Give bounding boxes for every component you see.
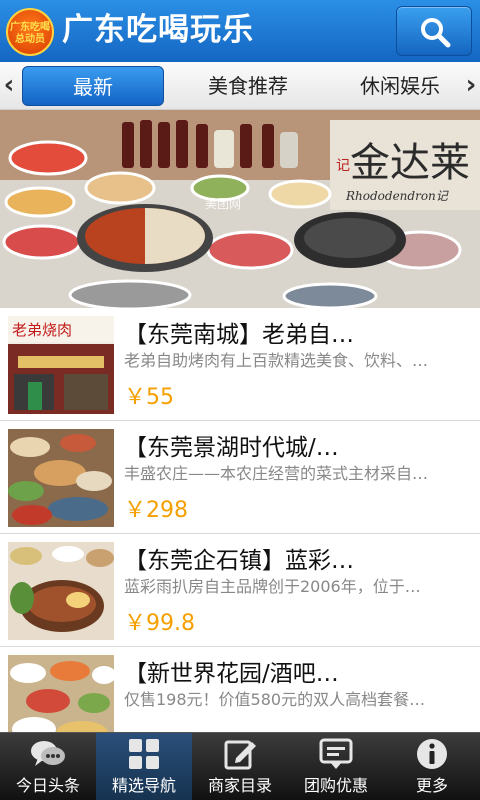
nav-label: 商家目录 bbox=[207, 776, 272, 795]
banner-sign-english: Rhododendron记 bbox=[345, 189, 449, 203]
nav-label: 更多 bbox=[415, 776, 448, 795]
bottom-navigation: 今日头条 精选导航 商家目录 团购优惠 更多 bbox=[0, 732, 480, 800]
deal-title: 【新世界花园/酒吧… bbox=[124, 661, 339, 687]
edit-icon bbox=[224, 740, 256, 770]
tab-latest[interactable]: 最新 bbox=[22, 66, 164, 106]
grid-icon bbox=[129, 739, 159, 769]
nav-item-group-deals[interactable]: 团购优惠 bbox=[288, 733, 384, 800]
app-logo: 广东吃喝 总动员 bbox=[6, 8, 54, 56]
scroll-left-arrow-icon[interactable]: ‹ bbox=[0, 62, 18, 110]
list-item[interactable]: 【东莞景湖时代城/… 丰盛农庄——本农庄经营的菜式主材采自… ￥298 bbox=[0, 421, 480, 534]
featured-banner[interactable]: 金达莱 记 Rhododendron记 美团网 bbox=[0, 110, 480, 308]
search-button[interactable] bbox=[396, 6, 472, 56]
nav-item-headlines[interactable]: 今日头条 bbox=[0, 733, 96, 800]
deal-thumbnail bbox=[8, 655, 114, 732]
banner-sign-text: 金达莱 bbox=[350, 140, 470, 186]
banner-sign-small: 记 bbox=[336, 158, 350, 174]
nav-item-featured[interactable]: 精选导航 bbox=[96, 733, 192, 800]
deal-thumbnail: 老弟烧肉 bbox=[8, 316, 114, 414]
deal-price: ￥55 bbox=[124, 385, 174, 410]
deal-description: 老弟自助烤肉有上百款精选美食、饮料、… bbox=[124, 351, 429, 370]
deal-description: 丰盛农庄——本农庄经营的菜式主材采自… bbox=[124, 464, 429, 483]
deal-title: 【东莞企石镇】蓝彩… bbox=[124, 548, 354, 574]
app-title: 广东吃喝玩乐 bbox=[62, 12, 254, 48]
scroll-right-arrow-icon[interactable]: › bbox=[462, 62, 480, 110]
chat-bubbles-icon bbox=[31, 741, 65, 766]
deal-price: ￥99.8 bbox=[124, 611, 195, 636]
category-tabs: ‹ 最新 美食推荐 休闲娱乐 › bbox=[0, 62, 480, 110]
list-item[interactable]: 【新世界花园/酒吧… 仅售198元！价值580元的双人高档套餐… bbox=[0, 647, 480, 732]
banner-photo: 金达莱 记 Rhododendron记 美团网 bbox=[0, 110, 480, 308]
search-icon bbox=[421, 18, 451, 48]
tab-food-recommend[interactable]: 美食推荐 bbox=[188, 66, 308, 106]
thumb-sign-text: 老弟烧肉 bbox=[12, 321, 72, 339]
deal-price: ￥298 bbox=[124, 498, 188, 523]
list-item[interactable]: 老弟烧肉 【东莞南城】老弟自… 老弟自助烤肉有上百款精选美食、饮料、… ￥55 bbox=[0, 308, 480, 421]
app-header: 广东吃喝 总动员 广东吃喝玩乐 bbox=[0, 0, 480, 62]
nav-label: 精选导航 bbox=[111, 776, 176, 795]
nav-item-merchants[interactable]: 商家目录 bbox=[192, 733, 288, 800]
nav-label: 今日头条 bbox=[15, 776, 80, 795]
deal-title: 【东莞南城】老弟自… bbox=[124, 322, 354, 348]
logo-text: 广东吃喝 总动员 bbox=[10, 22, 50, 45]
deal-description: 蓝彩雨扒房自主品牌创于2006年，位于… bbox=[124, 577, 421, 596]
banner-watermark: 美团网 bbox=[205, 197, 241, 211]
tab-leisure[interactable]: 休闲娱乐 bbox=[340, 66, 460, 106]
nav-label: 团购优惠 bbox=[303, 776, 368, 795]
deal-description: 仅售198元！价值580元的双人高档套餐… bbox=[124, 690, 426, 709]
nav-item-more[interactable]: 更多 bbox=[384, 733, 480, 800]
deal-thumbnail bbox=[8, 542, 114, 640]
list-item[interactable]: 【东莞企石镇】蓝彩… 蓝彩雨扒房自主品牌创于2006年，位于… ￥99.8 bbox=[0, 534, 480, 647]
deal-title: 【东莞景湖时代城/… bbox=[124, 435, 339, 461]
message-icon bbox=[319, 738, 353, 769]
deal-list: 老弟烧肉 【东莞南城】老弟自… 老弟自助烤肉有上百款精选美食、饮料、… ￥55 bbox=[0, 308, 480, 732]
deal-thumbnail bbox=[8, 429, 114, 527]
info-icon bbox=[417, 739, 447, 769]
